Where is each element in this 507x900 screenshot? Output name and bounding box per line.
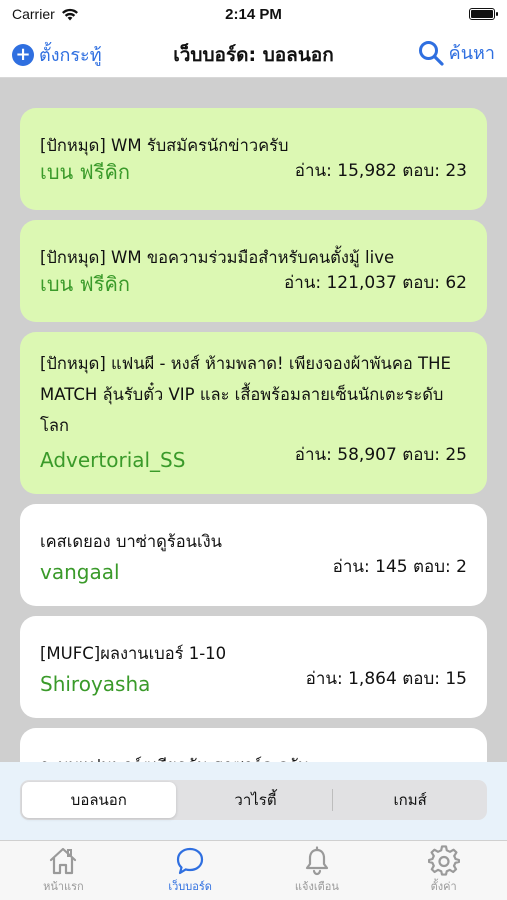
post-author: เบน ฟรีคิก — [40, 160, 130, 184]
category-segment-bar: บอลนอก วาไรตี้ เกมส์ — [0, 762, 507, 840]
post-title: ระบบแฟนพอร์ตเรียกกัน ฮาซาร์ด ครับ — [40, 750, 469, 762]
home-icon — [50, 847, 77, 875]
post-card-pinned[interactable]: [ปักหมุด] แฟนผี - หงส์ ห้ามพลาด! เพียงจอ… — [20, 332, 487, 494]
post-card[interactable]: [MUFC]ผลงานเบอร์ 1-10 Shiroyasha อ่าน: 1… — [20, 616, 487, 718]
battery-icon — [469, 8, 498, 20]
segment-label: บอลนอก — [70, 791, 127, 809]
post-stats: อ่าน: 58,907 ตอบ: 25 — [294, 445, 467, 465]
post-author: vangaal — [40, 560, 120, 584]
post-title: [ปักหมุด] แฟนผี - หงส์ ห้ามพลาด! เพียงจอ… — [40, 354, 451, 435]
tab-label: หน้าแรก — [43, 880, 84, 893]
post-card-pinned[interactable]: [ปักหมุด] WM ขอความร่วมมือสำหรับคนตั้งมู… — [20, 220, 487, 322]
tab-settings[interactable]: ตั้งค่า — [380, 841, 507, 900]
segment-football-abroad[interactable]: บอลนอก — [22, 782, 176, 818]
gear-icon — [427, 845, 460, 876]
status-time: 2:14 PM — [225, 6, 282, 23]
tab-label: แจ้งเตือน — [294, 880, 339, 893]
tab-home[interactable]: หน้าแรก — [0, 841, 127, 900]
status-bar: Carrier 2:14 PM — [0, 0, 507, 30]
bell-icon — [305, 846, 328, 876]
post-stats: อ่าน: 15,982 ตอบ: 23 — [294, 161, 467, 181]
search-icon — [418, 40, 444, 66]
post-card-pinned[interactable]: [ปักหมุด] WM รับสมัครนักข่าวครับ เบน ฟรี… — [20, 108, 487, 210]
post-list[interactable]: [ปักหมุด] WM รับสมัครนักข่าวครับ เบน ฟรี… — [0, 78, 507, 762]
category-segmented-control: บอลนอก วาไรตี้ เกมส์ — [20, 780, 487, 820]
segment-variety[interactable]: วาไรตี้ — [179, 780, 333, 820]
post-card[interactable]: ระบบแฟนพอร์ตเรียกกัน ฮาซาร์ด ครับ — [20, 728, 487, 762]
search-label: ค้นหา — [448, 43, 495, 64]
tab-webboard[interactable]: เว็บบอร์ด — [127, 841, 254, 900]
post-stats: อ่าน: 1,864 ตอบ: 15 — [305, 669, 467, 689]
post-card[interactable]: เคสเดยอง บาซ่าดูร้อนเงิน vangaal อ่าน: 1… — [20, 504, 487, 606]
tab-bar: หน้าแรก เว็บบอร์ด แจ้งเตือน ตั้งค่า — [0, 840, 507, 900]
chat-bubble-icon — [177, 847, 204, 875]
post-stats: อ่าน: 121,037 ตอบ: 62 — [283, 273, 467, 293]
tab-label: ตั้งค่า — [430, 880, 457, 893]
post-author: Advertorial_SS — [40, 448, 186, 472]
post-author: Shiroyasha — [40, 672, 151, 696]
segment-label: วาไรตี้ — [234, 791, 277, 809]
navigation-bar: + ตั้งกระทู้ เว็บบอร์ด: บอลนอก ค้นหา — [0, 30, 507, 78]
search-button[interactable]: ค้นหา — [417, 38, 495, 67]
segment-label: เกมส์ — [393, 791, 427, 809]
post-stats: อ่าน: 145 ตอบ: 2 — [332, 557, 467, 577]
tab-label: เว็บบอร์ด — [168, 880, 212, 893]
segment-games[interactable]: เกมส์ — [333, 780, 487, 820]
tab-notifications[interactable]: แจ้งเตือน — [254, 841, 381, 900]
post-author: เบน ฟรีคิก — [40, 272, 130, 296]
